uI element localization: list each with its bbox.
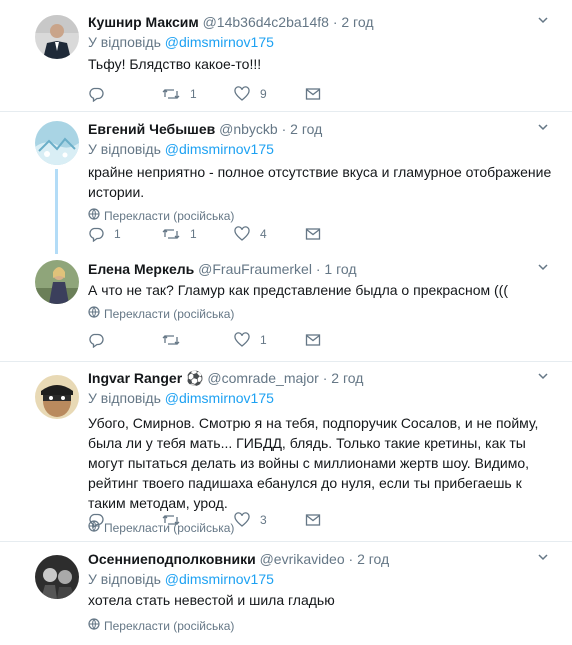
reply-context: У відповідь @dimsmirnov175 <box>88 34 274 50</box>
globe-icon <box>88 618 100 634</box>
direct-message-button[interactable] <box>305 330 321 350</box>
tweet-header: Кушнир Максим @14b36d4c2ba14f8 · 2 год <box>88 13 554 31</box>
chevron-down-icon[interactable] <box>536 260 550 274</box>
user-handle[interactable]: @comrade_major <box>207 370 318 386</box>
mention-link[interactable]: @dimsmirnov175 <box>165 141 274 157</box>
reply-icon <box>88 332 104 348</box>
heart-icon <box>234 226 250 242</box>
tweet-text: Тьфу! Блядство какое-то!!! <box>88 56 262 72</box>
tweet-text: А что не так? Гламур как представление б… <box>88 282 508 298</box>
reply-icon <box>88 86 104 102</box>
chevron-down-icon[interactable] <box>536 369 550 383</box>
reply-button[interactable] <box>88 330 114 350</box>
reply-context: У відповідь @dimsmirnov175 <box>88 390 274 406</box>
translate-link[interactable]: Перекласти (російська) <box>88 208 554 224</box>
display-name[interactable]: Осенниеподполковники <box>88 551 256 567</box>
globe-icon <box>88 306 100 322</box>
tweet-actions: 1 1 4 <box>88 224 488 244</box>
mention-link[interactable]: @dimsmirnov175 <box>165 390 274 406</box>
tweet-text: крайне неприятно - полное отсутствие вку… <box>88 164 552 200</box>
user-handle[interactable]: @nbyckb <box>219 121 278 137</box>
timestamp[interactable]: 2 год <box>341 14 373 30</box>
tweet-actions: 1 <box>88 330 488 350</box>
direct-message-button[interactable] <box>305 510 321 530</box>
globe-icon <box>88 208 100 224</box>
like-button[interactable]: 9 <box>234 84 267 104</box>
envelope-icon <box>305 226 321 242</box>
tweet-merkel[interactable]: Елена Меркель @FrauFraumerkel · 1 год А … <box>0 258 572 362</box>
chevron-down-icon[interactable] <box>536 13 550 27</box>
timestamp[interactable]: 2 год <box>331 370 363 386</box>
retweet-icon <box>162 226 180 242</box>
like-button[interactable]: 1 <box>234 330 267 350</box>
avatar[interactable] <box>35 555 79 599</box>
tweet-header: Ingvar Ranger ⚽ @comrade_major · 2 год <box>88 369 554 387</box>
reply-button[interactable]: 1 <box>88 224 121 244</box>
reply-icon <box>88 226 104 242</box>
tweet-actions: 1 9 <box>88 84 488 104</box>
retweet-button[interactable]: 1 <box>162 84 197 104</box>
timestamp[interactable]: 2 год <box>290 121 322 137</box>
direct-message-button[interactable] <box>305 84 321 104</box>
retweet-icon <box>162 332 180 348</box>
reply-context: У відповідь @dimsmirnov175 <box>88 571 274 587</box>
like-button[interactable]: 3 <box>234 510 267 530</box>
reply-feed: Кушнир Максим @14b36d4c2ba14f8 · 2 год У… <box>0 0 572 645</box>
reply-context: У відповідь @dimsmirnov175 <box>88 141 274 157</box>
heart-icon <box>234 332 250 348</box>
tweet-osennie[interactable]: Осенниеподполковники @evrikavideo · 2 го… <box>0 542 572 645</box>
display-name[interactable]: Кушнир Максим <box>88 14 199 30</box>
timestamp[interactable]: 2 год <box>357 551 389 567</box>
user-handle[interactable]: @14b36d4c2ba14f8 <box>203 14 329 30</box>
envelope-icon <box>305 332 321 348</box>
thread-connector <box>55 169 58 254</box>
avatar[interactable] <box>35 375 79 419</box>
translate-link[interactable]: Перекласти (російська) <box>88 618 554 634</box>
display-name[interactable]: Ingvar Ranger <box>88 370 182 386</box>
translate-link[interactable]: Перекласти (російська) <box>88 306 554 322</box>
retweet-button[interactable] <box>162 510 190 530</box>
retweet-icon <box>162 86 180 102</box>
retweet-button[interactable]: 1 <box>162 224 197 244</box>
user-handle[interactable]: @FrauFraumerkel <box>198 261 312 277</box>
heart-icon <box>234 512 250 528</box>
tweet-header: Елена Меркель @FrauFraumerkel · 1 год <box>88 260 554 278</box>
timestamp[interactable]: 1 год <box>324 261 356 277</box>
reply-icon <box>88 512 104 528</box>
mention-link[interactable]: @dimsmirnov175 <box>165 34 274 50</box>
reply-button[interactable] <box>88 510 114 530</box>
soccer-ball-icon: ⚽ <box>186 370 204 386</box>
tweet-ingvar[interactable]: Ingvar Ranger ⚽ @comrade_major · 2 год У… <box>0 362 572 542</box>
retweet-button[interactable] <box>162 330 190 350</box>
tweet-header: Евгений Чебышев @nbyckb · 2 год <box>88 120 554 138</box>
tweet-kushnir[interactable]: Кушнир Максим @14b36d4c2ba14f8 · 2 год У… <box>0 0 572 112</box>
avatar[interactable] <box>35 15 79 59</box>
tweet-text: хотела стать невестой и шила гладью <box>88 592 335 608</box>
direct-message-button[interactable] <box>305 224 321 244</box>
retweet-icon <box>162 512 180 528</box>
display-name[interactable]: Евгений Чебышев <box>88 121 215 137</box>
tweet-actions: 3 <box>88 510 488 530</box>
avatar[interactable] <box>35 260 79 304</box>
heart-icon <box>234 86 250 102</box>
display-name[interactable]: Елена Меркель <box>88 261 194 277</box>
mention-link[interactable]: @dimsmirnov175 <box>165 571 274 587</box>
like-button[interactable]: 4 <box>234 224 267 244</box>
tweet-header: Осенниеподполковники @evrikavideo · 2 го… <box>88 550 554 568</box>
reply-button[interactable] <box>88 84 114 104</box>
tweet-text: Убого, Смирнов. Смотрю я на тебя, подпор… <box>88 415 539 511</box>
chevron-down-icon[interactable] <box>536 550 550 564</box>
tweet-chebyshev[interactable]: Евгений Чебышев @nbyckb · 2 год У відпов… <box>0 112 572 258</box>
envelope-icon <box>305 512 321 528</box>
user-handle[interactable]: @evrikavideo <box>260 551 345 567</box>
envelope-icon <box>305 86 321 102</box>
chevron-down-icon[interactable] <box>536 120 550 134</box>
avatar[interactable] <box>35 121 79 165</box>
